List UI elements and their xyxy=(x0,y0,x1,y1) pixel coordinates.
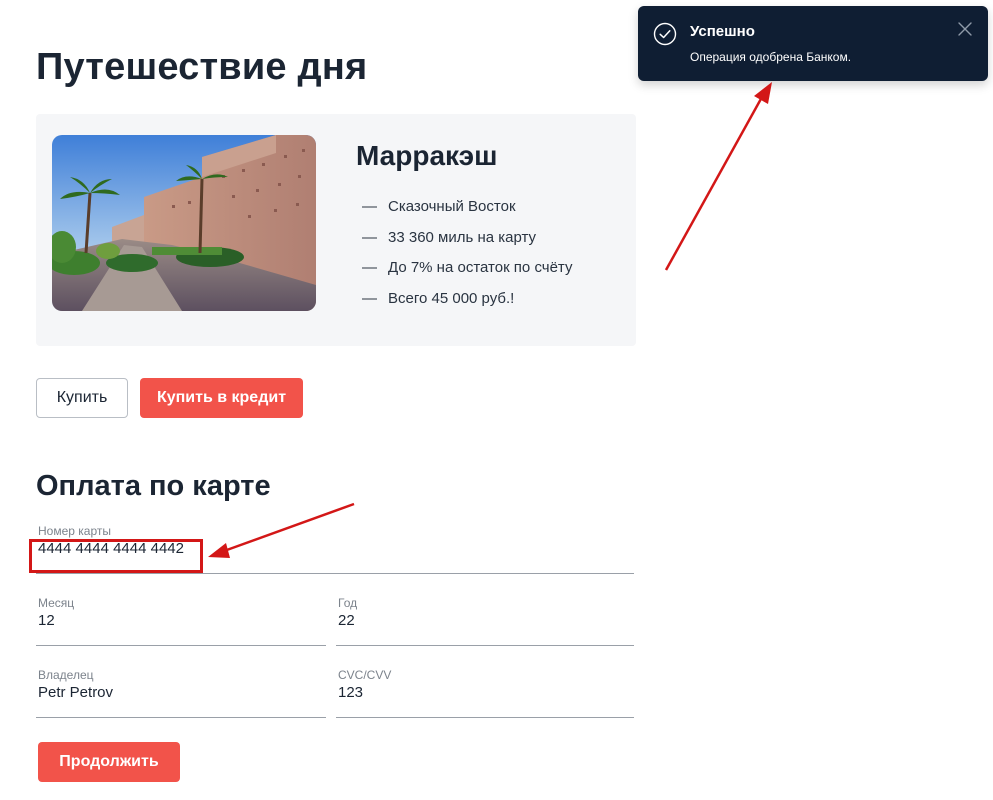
offer-photo xyxy=(52,135,316,311)
notification-message: Операция одобрена Банком. xyxy=(690,50,852,64)
owner-label: Владелец xyxy=(38,668,94,682)
list-dash: — xyxy=(362,228,377,246)
card-number-label: Номер карты xyxy=(38,524,111,538)
success-notification: Успешно Операция одобрена Банком. xyxy=(638,6,988,81)
offer-card: Марракэш — Сказочный Восток — 33 360 миль … xyxy=(36,114,636,346)
continue-button[interactable]: Продолжить xyxy=(38,742,180,782)
year-field[interactable]: Год 22 xyxy=(336,596,634,646)
month-label: Месяц xyxy=(38,596,75,610)
annotation-highlight-box xyxy=(29,539,203,573)
year-label: Год xyxy=(338,596,358,610)
offer-city: Марракэш xyxy=(356,140,498,171)
year-input[interactable]: 22 xyxy=(338,612,355,629)
month-input[interactable]: 12 xyxy=(38,612,55,629)
feature-text: До 7% на остаток по счёту xyxy=(388,259,573,276)
list-item: — Всего 45 000 руб.! xyxy=(362,290,572,321)
cvc-field[interactable]: CVC/CVV 123 xyxy=(336,668,634,718)
notification-title: Успешно xyxy=(690,23,755,40)
feature-text: 33 360 миль на карту xyxy=(388,228,537,246)
offer-features: — Сказочный Восток —33 360 миль на карту … xyxy=(362,198,572,320)
owner-field[interactable]: Владелец Petr Petrov xyxy=(36,668,326,718)
list-dash: — xyxy=(362,198,377,215)
cvc-input[interactable]: 123 xyxy=(338,684,363,701)
close-icon[interactable] xyxy=(958,22,972,41)
list-item: — 33 360 миль на карту xyxy=(362,229,572,260)
page-title: Путешествие дня xyxy=(36,46,368,88)
annotation-arrow-up xyxy=(664,82,772,271)
owner-input[interactable]: Petr Petrov xyxy=(38,684,113,701)
list-dash: — xyxy=(362,259,377,276)
buy-credit-button[interactable]: Купить в кредит xyxy=(140,378,303,418)
cvc-label: CVC/CVV xyxy=(338,668,392,682)
check-circle-icon xyxy=(653,22,677,51)
list-item: — До 7% на остаток по счёту xyxy=(362,259,572,290)
list-dash: — xyxy=(362,289,377,307)
list-item: — Сказочный Восток xyxy=(362,198,572,229)
payment-section-title: Оплата по карте xyxy=(36,470,271,502)
buy-button[interactable]: Купить xyxy=(36,378,128,418)
month-field[interactable]: Месяц 12 xyxy=(36,596,326,646)
page: Путешествие дня Марракэш — Сказочный Вос… xyxy=(0,0,993,800)
feature-text: Сказочный Восток xyxy=(388,198,516,215)
feature-text: Всего 45 000 руб.! xyxy=(388,289,515,307)
